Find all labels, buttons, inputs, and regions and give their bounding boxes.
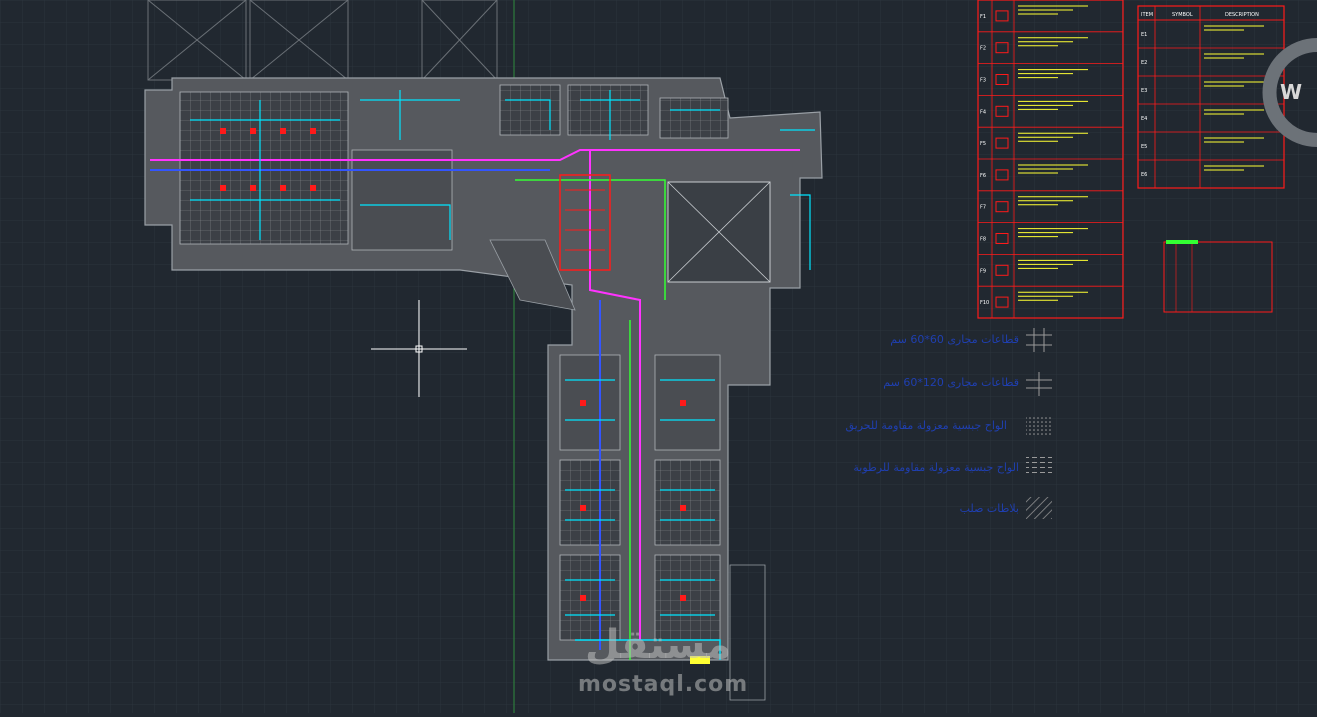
- schedule-row-code: F3: [980, 78, 986, 84]
- legend-label-duct-120x60: قطاعات مجارى 120*60 سم: [883, 376, 1019, 389]
- schedule-row-code: E2: [1141, 60, 1147, 66]
- schedule-row-code: F10: [980, 300, 989, 306]
- schedule-row-code: F1: [980, 14, 986, 20]
- schedule-row-code: F4: [980, 109, 986, 115]
- schedule-row-code: F2: [980, 46, 986, 52]
- schedule-row-code: F6: [980, 173, 986, 179]
- schedule-row-code: F8: [980, 237, 986, 243]
- schedule-row-code: E1: [1141, 32, 1147, 38]
- legend-label-duct-60x60: قطاعات مجارى 60*60 سم: [890, 333, 1019, 346]
- legend-swatch-dots: [1026, 415, 1052, 437]
- schedule-row-code: E3: [1141, 88, 1147, 94]
- legend-label-fire-gypsum: الواح جبسية معزولة مقاومة للحريق: [845, 419, 1007, 432]
- schedule-row-code: F5: [980, 141, 986, 147]
- schedule-row-code: E6: [1141, 172, 1147, 178]
- viewcube-west-label[interactable]: W: [1280, 80, 1302, 104]
- drawing-canvas[interactable]: F1 F2 F3 F4 F5 F6 F7 F8 F9 F10 ITEM SYMBOL DESCRIPT…: [0, 0, 1317, 713]
- schedule-row-code: E4: [1141, 116, 1147, 122]
- legend-label-steel-slabs: بلاطات صلب: [960, 502, 1019, 515]
- schedule-row-code: F7: [980, 205, 986, 211]
- legend-label-moisture-gypsum: الواح جبسية معزولة مقاومة للرطوبة: [853, 461, 1019, 474]
- schedule-header-cell: DESCRIPTION: [1225, 12, 1259, 18]
- watermark-latin: mostaql.com: [578, 672, 748, 697]
- watermark-arabic: مستقل: [585, 622, 731, 668]
- cad-viewport[interactable]: F1 F2 F3 F4 F5 F6 F7 F8 F9 F10 ITEM SYMBOL DESCRIPT…: [0, 0, 1317, 713]
- legend-swatch-hatch: [1026, 497, 1052, 519]
- schedule-header-cell: ITEM: [1141, 12, 1153, 18]
- schedule-header-cell: SYMBOL: [1172, 12, 1193, 18]
- schedule-row-code: F9: [980, 268, 986, 274]
- legend-swatch-dashes: [1026, 455, 1052, 477]
- schedule-row-code: E5: [1141, 144, 1147, 150]
